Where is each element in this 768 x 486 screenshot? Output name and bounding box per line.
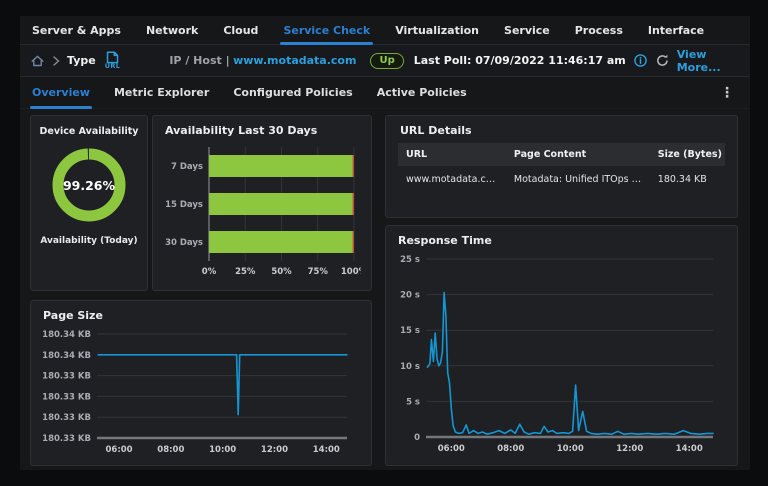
donut-caption: Availability (Today) xyxy=(40,236,138,246)
tab-active-policies[interactable]: Active Policies xyxy=(377,77,467,108)
tab-configured-policies[interactable]: Configured Policies xyxy=(233,77,352,108)
svg-text:12:00: 12:00 xyxy=(616,444,643,453)
donut-center-value: 99.26% xyxy=(62,177,116,193)
response-time-line-chart: 25 s 20 s 15 s 10 s 5 s 0 06:00 08:00 10:00 12:00… xyxy=(400,255,714,454)
refresh-icon[interactable] xyxy=(655,53,670,68)
column-header-page-content: Page Content xyxy=(505,143,650,166)
svg-text:100%: 100% xyxy=(341,267,361,277)
top-nav: Server & Apps Network Cloud Service Check Vi… xyxy=(20,16,750,45)
kebab-menu-icon[interactable]: ⋮ xyxy=(716,86,738,100)
svg-text:30 Days: 30 Days xyxy=(165,238,203,248)
home-icon[interactable] xyxy=(30,54,45,68)
svg-text:75%: 75% xyxy=(308,267,329,277)
panel-availability-last-30-days: Availability Last 30 Days 0% 25% 50% 75% 100… xyxy=(152,115,372,291)
nav-item-server-apps[interactable]: Server & Apps xyxy=(32,16,121,44)
svg-text:25%: 25% xyxy=(235,267,256,277)
svg-text:180.33 KB: 180.33 KB xyxy=(42,372,91,382)
nav-item-process[interactable]: Process xyxy=(575,16,623,44)
url-type-icon: URL xyxy=(105,51,121,70)
panel-page-size: Page Size 180.34 KB 180.34 KB 180.33 KB 180… xyxy=(30,300,372,466)
nav-item-service-check[interactable]: Service Check xyxy=(280,16,373,45)
svg-text:0: 0 xyxy=(414,433,420,443)
availability-donut-chart: 99.26% xyxy=(47,143,131,227)
breadcrumb-type-label: Type xyxy=(67,54,96,67)
tab-metric-explorer[interactable]: Metric Explorer xyxy=(114,77,209,108)
svg-text:180.33 KB: 180.33 KB xyxy=(42,434,91,444)
host-label: IP / Host | www.motadata.com xyxy=(169,54,357,67)
cell-size: 180.34 KB xyxy=(657,174,707,185)
nav-item-virtualization[interactable]: Virtualization xyxy=(395,16,479,44)
view-more-link[interactable]: View More... xyxy=(677,48,738,74)
svg-text:08:00: 08:00 xyxy=(497,444,524,453)
svg-text:14:00: 14:00 xyxy=(676,444,703,453)
svg-text:14:00: 14:00 xyxy=(313,445,340,454)
url-details-table: URL Page Content Size (Bytes) www.motada… xyxy=(398,143,725,193)
svg-text:180.33 KB: 180.33 KB xyxy=(42,413,91,423)
cell-page-content: Motadata: Unified ITOps Solu... xyxy=(513,174,650,185)
page-size-line-chart: 180.34 KB 180.34 KB 180.33 KB 180.33 KB 180.… xyxy=(42,330,348,455)
svg-text:5 s: 5 s xyxy=(406,397,420,407)
panel-title: URL Details xyxy=(400,124,472,137)
svg-text:10:00: 10:00 xyxy=(209,445,236,454)
svg-text:10 s: 10 s xyxy=(400,362,420,372)
svg-text:180.34 KB: 180.34 KB xyxy=(42,330,91,340)
svg-text:10:00: 10:00 xyxy=(557,444,584,453)
svg-text:180.33 KB: 180.33 KB xyxy=(42,392,91,402)
nav-item-network[interactable]: Network xyxy=(146,16,198,44)
dashboard-content: Device Availability 99.26% Availability … xyxy=(20,109,750,470)
svg-text:12:00: 12:00 xyxy=(261,445,288,454)
svg-text:15 s: 15 s xyxy=(400,326,420,336)
panel-title: Response Time xyxy=(398,234,492,247)
last-poll-text: Last Poll: 07/09/2022 11:46:17 am xyxy=(413,54,626,67)
svg-text:06:00: 06:00 xyxy=(105,445,132,454)
svg-text:7 Days: 7 Days xyxy=(171,162,203,172)
app-window: Server & Apps Network Cloud Service Check Vi… xyxy=(20,16,750,470)
svg-text:25 s: 25 s xyxy=(400,255,420,265)
svg-text:20 s: 20 s xyxy=(400,291,420,301)
nav-item-cloud[interactable]: Cloud xyxy=(223,16,258,44)
svg-text:50%: 50% xyxy=(271,267,292,277)
cell-url[interactable]: www.motadata.com xyxy=(398,166,506,193)
availability-bar-chart: 0% 25% 50% 75% 100% 7 Days 15 Days 30 Days xyxy=(165,147,368,277)
info-icon[interactable] xyxy=(633,53,648,68)
status-badge: Up xyxy=(370,52,404,69)
svg-text:08:00: 08:00 xyxy=(157,445,184,454)
column-header-url: URL xyxy=(398,143,506,166)
svg-text:180.34 KB: 180.34 KB xyxy=(42,351,91,361)
svg-text:15 Days: 15 Days xyxy=(165,200,203,210)
panel-title: Availability Last 30 Days xyxy=(165,124,318,137)
tab-overview[interactable]: Overview xyxy=(30,77,92,109)
column-header-size-bytes: Size (Bytes) xyxy=(649,143,725,166)
table-header-row: URL Page Content Size (Bytes) xyxy=(398,143,725,166)
panel-response-time: Response Time 25 s 20 s 15 s 10 s 5 s 0 06:00 0… xyxy=(385,225,738,466)
nav-item-interface[interactable]: Interface xyxy=(648,16,704,44)
panel-device-availability: Device Availability 99.26% Availability … xyxy=(30,115,148,291)
panel-url-details: URL Details URL Page Content Size (Bytes… xyxy=(385,115,738,218)
chevron-right-icon xyxy=(52,55,60,66)
panel-title: Page Size xyxy=(43,309,103,322)
host-link[interactable]: www.motadata.com xyxy=(233,54,356,67)
svg-text:0%: 0% xyxy=(202,267,217,277)
svg-text:06:00: 06:00 xyxy=(438,444,465,453)
nav-item-service[interactable]: Service xyxy=(504,16,550,44)
breadcrumb-bar: Type URL IP / Host | www.motadata.com Up… xyxy=(20,45,750,77)
tab-bar: Overview Metric Explorer Configured Polici… xyxy=(20,77,750,109)
table-row[interactable]: www.motadata.com Motadata: Unified ITOps… xyxy=(398,166,725,193)
panel-title: Device Availability xyxy=(39,126,139,137)
